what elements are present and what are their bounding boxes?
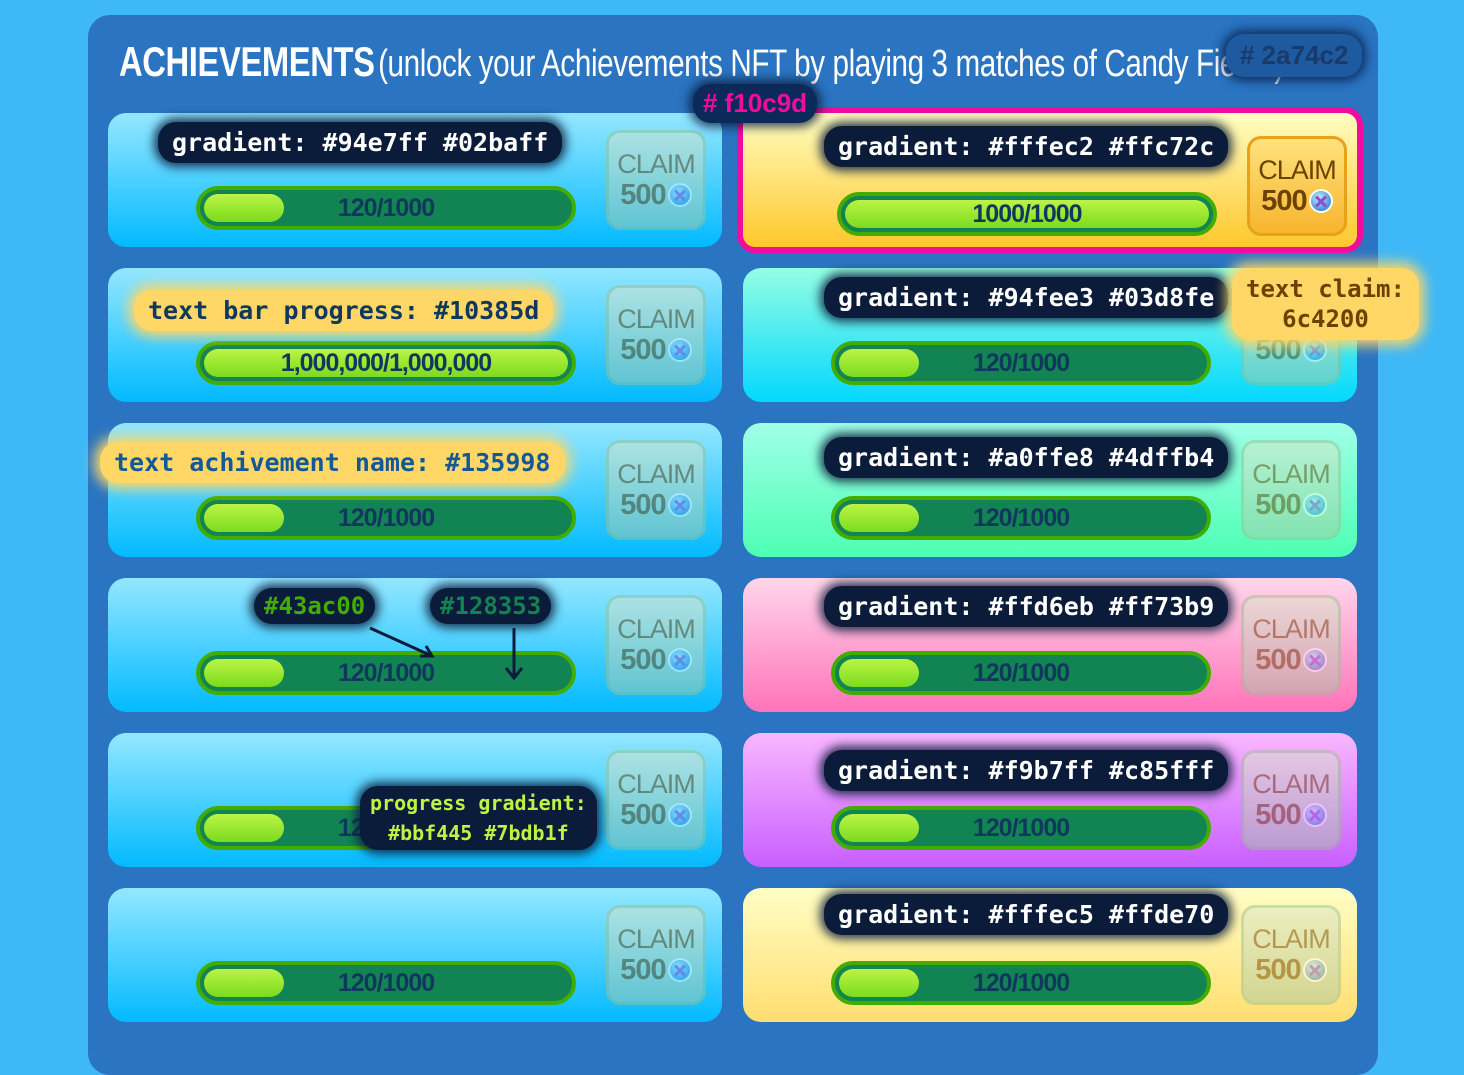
note-card10-gradient: gradient: #f9b7ff #c85fff [824,750,1229,791]
progress-text: 120/1000 [972,813,1070,842]
note-card12-gradient: gradient: #fffec5 #ffde70 [824,894,1229,935]
progress-text: 120/1000 [972,348,1070,377]
progress-text: 120/1000 [972,503,1070,532]
progress-bar: 120/1000 [831,651,1211,695]
note-progress-gradient: progress gradient: #bbf445 #7bdb1f [360,786,597,850]
claim-reward: 500 [620,954,692,986]
claim-reward: 500 [620,179,692,211]
claim-label: CLAIM [617,924,696,954]
claim-label: CLAIM [617,149,696,179]
coin-icon [667,493,692,517]
claim-label: CLAIM [1252,459,1331,489]
note-card8-gradient: gradient: #ffd6eb #ff73b9 [824,586,1229,627]
claim-reward: 500 [1255,954,1327,986]
coin-icon [1302,648,1327,672]
coin-icon [667,338,692,362]
note-bar-bg-color: #128353 [430,588,552,624]
claim-button[interactable]: CLAIM500 [1241,750,1341,850]
claim-button[interactable]: CLAIM500 [606,905,706,1005]
claim-reward: 500 [620,489,692,521]
note-panel-color: # 2a74c2 [1226,34,1363,77]
progress-text: 1,000,000/1,000,000 [280,348,492,377]
progress-bar: 120/1000 [196,496,576,540]
claim-button[interactable]: CLAIM500 [1241,440,1341,540]
note-bar-border-color: #43ac00 [254,588,376,624]
coin-icon [1308,189,1333,213]
claim-amount: 500 [1261,185,1307,217]
claim-label: CLAIM [617,304,696,334]
coin-icon [1302,338,1327,362]
claim-amount: 500 [620,799,666,831]
claim-label: CLAIM [617,769,696,799]
progress-bar: 120/1000 [831,806,1211,850]
note-text-bar-progress: text bar progress: #10385d [134,290,554,331]
claim-amount: 500 [1255,954,1301,986]
note-text-achievement-name: text achivement name: #135998 [100,442,565,483]
annotation-arrows [369,626,524,681]
progress-bar: 120/1000 [196,186,576,230]
progress-bar: 120/1000 [831,341,1211,385]
progress-bar: 120/1000 [831,496,1211,540]
coin-icon [667,648,692,672]
note-card6-gradient: gradient: #a0ffe8 #4dffb4 [824,437,1229,478]
achievement-card: 120/1000 CLAIM500 [108,888,722,1022]
note-border-color: # f10c9d [693,84,818,123]
coin-icon [1302,493,1327,517]
progress-bar: 1000/1000 [837,192,1217,236]
claim-button[interactable]: CLAIM500 [606,750,706,850]
claim-label: CLAIM [1252,769,1331,799]
claim-amount: 500 [620,954,666,986]
progress-bar: 120/1000 [831,961,1211,1005]
claim-reward: 500 [620,334,692,366]
page-title: ACHIEVEMENTS [119,38,375,85]
claim-amount: 500 [620,644,666,676]
note-card4-gradient: gradient: #94fee3 #03d8fe [824,277,1229,318]
coin-icon [667,803,692,827]
claim-amount: 500 [620,334,666,366]
claim-reward: 500 [1255,489,1327,521]
claim-reward: 500 [620,644,692,676]
progress-text: 1000/1000 [972,199,1082,228]
claim-amount: 500 [1255,489,1301,521]
claim-reward: 500 [1261,185,1333,217]
claim-amount: 500 [620,489,666,521]
claim-amount: 500 [1255,799,1301,831]
claim-button[interactable]: CLAIM500 [606,130,706,230]
claim-label: CLAIM [617,459,696,489]
claim-label: CLAIM [1252,924,1331,954]
claim-amount: 500 [1255,644,1301,676]
claim-amount: 500 [620,179,666,211]
claim-label: CLAIM [1252,614,1331,644]
progress-text: 120/1000 [337,193,435,222]
coin-icon [667,958,692,982]
coin-icon [1302,958,1327,982]
progress-text: 120/1000 [972,968,1070,997]
page-subtitle: (unlock your Achievements NFT by playing… [378,43,1284,85]
progress-text: 120/1000 [972,658,1070,687]
claim-button[interactable]: CLAIM500 [1241,905,1341,1005]
claim-label: CLAIM [617,614,696,644]
claim-reward: 500 [1255,799,1327,831]
claim-button[interactable]: CLAIM500 [1241,595,1341,695]
note-card1-gradient: gradient: #94e7ff #02baff [158,122,563,163]
claim-reward: 500 [1255,644,1327,676]
note-card2-gradient: gradient: #fffec2 #ffc72c [824,126,1229,167]
achievement-card: 1,000,000/1,000,000 CLAIM 500 [108,268,722,402]
progress-bar: 1,000,000/1,000,000 [196,341,576,385]
claim-button[interactable]: CLAIM500 [606,595,706,695]
claim-label: CLAIM [1258,155,1337,185]
progress-text: 120/1000 [337,968,435,997]
progress-text: 120/1000 [337,503,435,532]
progress-bar: 120/1000 [196,961,576,1005]
note-text-claim: text claim: 6c4200 [1232,268,1419,340]
claim-button[interactable]: CLAIM500 [606,440,706,540]
coin-icon [667,183,692,207]
claim-reward: 500 [620,799,692,831]
coin-icon [1302,803,1327,827]
claim-button[interactable]: CLAIM500 [1247,136,1347,236]
claim-button[interactable]: CLAIM500 [606,285,706,385]
